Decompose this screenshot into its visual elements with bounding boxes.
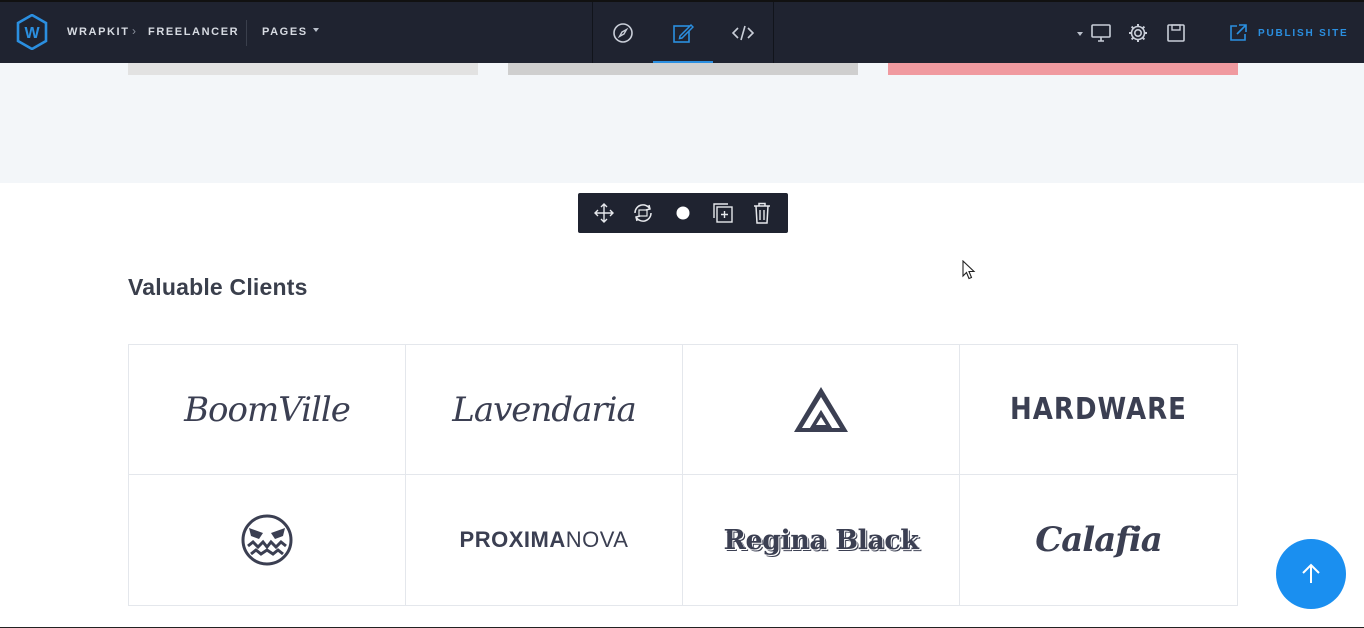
triangle-mark-logo xyxy=(794,386,848,432)
client-logo-calafia: Calafia xyxy=(1035,520,1163,560)
scroll-to-top-button[interactable] xyxy=(1276,539,1346,609)
client-logo-cell: Lavendaria xyxy=(406,345,683,475)
navigate-mode-button[interactable] xyxy=(593,2,653,63)
swap-section-icon xyxy=(634,204,653,222)
pages-label: PAGES xyxy=(262,26,308,38)
background-dot-icon xyxy=(676,206,690,220)
client-logo-cell xyxy=(683,345,960,475)
code-icon xyxy=(731,25,755,40)
edit-mode-button[interactable] xyxy=(653,2,713,63)
wrapkit-logo-icon[interactable]: W xyxy=(16,14,48,50)
device-dropdown-caret[interactable] xyxy=(1077,32,1083,36)
client-logo-regina-black: Regina Black xyxy=(723,524,920,556)
compass-icon xyxy=(613,22,633,43)
gear-icon[interactable] xyxy=(1127,22,1149,44)
client-logo-hardware: HARDWARE xyxy=(1010,392,1187,427)
mouse-cursor-icon xyxy=(962,260,976,280)
code-mode-button[interactable] xyxy=(713,2,773,63)
save-icon[interactable] xyxy=(1165,22,1187,44)
client-logo-cell: BoomVille xyxy=(129,345,406,475)
desktop-icon[interactable] xyxy=(1090,22,1112,44)
portfolio-thumbnail[interactable] xyxy=(128,63,478,75)
svg-text:W: W xyxy=(24,25,40,42)
publish-site-button[interactable]: PUBLISH SITE xyxy=(1228,22,1349,44)
publish-site-label: PUBLISH SITE xyxy=(1258,27,1349,39)
client-logo-boomville: BoomVille xyxy=(184,389,351,430)
proxima-light-part: NOVA xyxy=(565,527,629,552)
section-background-button[interactable] xyxy=(669,199,697,227)
section-title: Valuable Clients xyxy=(128,274,308,300)
previous-section xyxy=(0,63,1364,183)
client-logo-cell: Calafia xyxy=(960,475,1237,605)
proxima-bold-part: PROXIMA xyxy=(459,527,566,552)
breadcrumb-wrapkit[interactable]: WRAPKIT xyxy=(67,26,130,38)
breadcrumb-freelancer[interactable]: FREELANCER xyxy=(148,26,239,38)
pages-dropdown[interactable]: PAGES xyxy=(262,26,319,38)
client-logo-lavendaria: Lavendaria xyxy=(452,389,637,430)
editor-frame: W WRAPKIT › FREELANCER PAGES PUBLISH SIT… xyxy=(0,0,1364,628)
edit-icon xyxy=(673,23,694,43)
client-logo-cell: PROXIMANOVA xyxy=(406,475,683,605)
portfolio-thumbnail[interactable] xyxy=(888,63,1238,75)
clients-grid: BoomVille Lavendaria HARDWARE PROXIMANOV… xyxy=(128,344,1238,606)
section-toolbar xyxy=(578,193,788,233)
client-logo-cell: Regina Black xyxy=(683,475,960,605)
trash-icon xyxy=(754,202,771,224)
divider xyxy=(246,20,247,46)
move-icon xyxy=(593,203,614,223)
duplicate-section-button[interactable] xyxy=(709,199,737,227)
delete-section-button[interactable] xyxy=(748,199,776,227)
monster-face-logo xyxy=(241,514,293,566)
breadcrumb-separator: › xyxy=(132,24,136,38)
client-logo-cell xyxy=(129,475,406,605)
swap-section-button[interactable] xyxy=(629,199,657,227)
chevron-down-icon xyxy=(312,28,319,33)
arrow-up-icon xyxy=(1302,563,1320,583)
external-link-icon xyxy=(1230,24,1247,41)
mode-switcher xyxy=(592,2,774,63)
client-logo-cell: HARDWARE xyxy=(960,345,1237,475)
portfolio-thumbnail[interactable] xyxy=(508,63,858,75)
move-section-button[interactable] xyxy=(590,199,618,227)
editor-topbar: W WRAPKIT › FREELANCER PAGES PUBLISH SIT… xyxy=(0,2,1364,63)
duplicate-icon xyxy=(712,203,733,223)
client-logo-proximanova: PROXIMANOVA xyxy=(460,527,629,553)
